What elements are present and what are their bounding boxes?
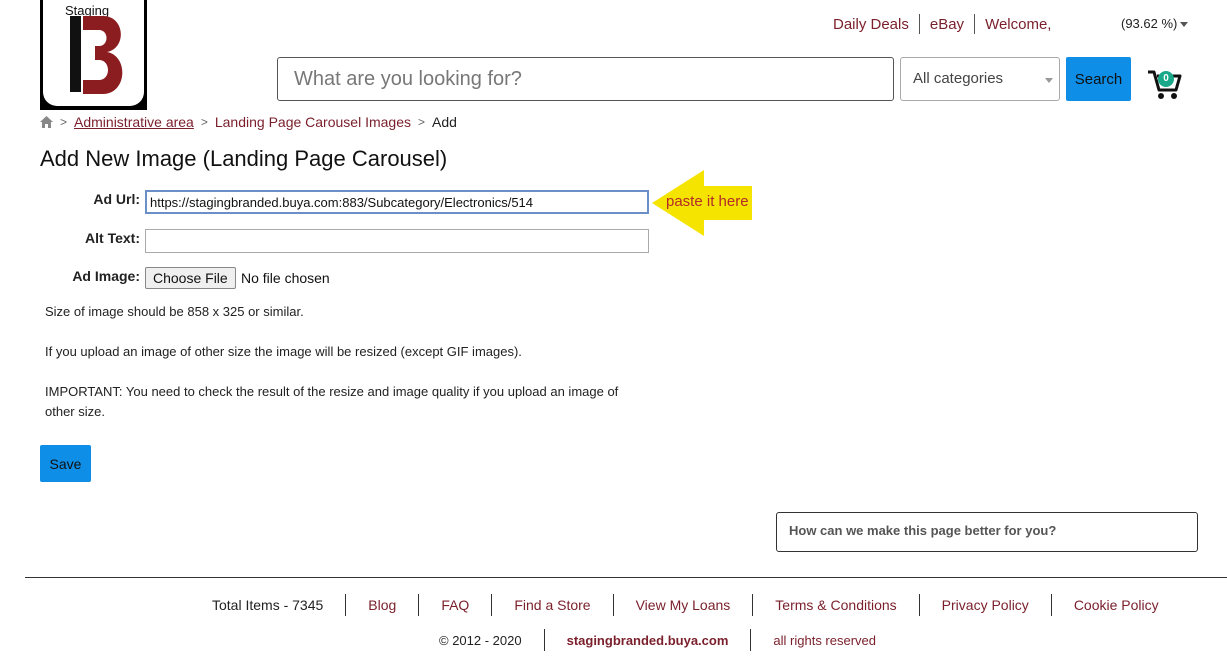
footer-bottom: © 2012 - 2020 stagingbranded.buya.com al…: [439, 629, 876, 651]
divider: [918, 594, 920, 616]
footer-find-store-link[interactable]: Find a Store: [514, 597, 590, 613]
page-title: Add New Image (Landing Page Carousel): [40, 146, 448, 171]
ebay-link[interactable]: eBay: [930, 16, 964, 33]
search-input[interactable]: [277, 57, 894, 101]
chevron-down-icon: [1180, 22, 1189, 28]
footer-loans-link[interactable]: View My Loans: [636, 597, 731, 613]
save-button[interactable]: Save: [40, 445, 91, 482]
footer-privacy-link[interactable]: Privacy Policy: [942, 597, 1029, 613]
divider: [491, 594, 493, 616]
alt-text-label: Alt Text:: [85, 230, 140, 246]
footer-divider: [25, 577, 1227, 578]
footer-cookie-link[interactable]: Cookie Policy: [1074, 597, 1159, 613]
breadcrumb-current: Add: [432, 114, 457, 130]
chevron-down-icon: [1045, 78, 1053, 83]
footer-domain-link[interactable]: stagingbranded.buya.com: [567, 633, 729, 648]
alt-text-input[interactable]: [145, 229, 649, 253]
search-button[interactable]: Search: [1066, 57, 1131, 101]
divider: [345, 594, 347, 616]
category-select[interactable]: All categories: [900, 57, 1060, 101]
breadcrumb-admin-link[interactable]: Administrative area: [74, 114, 194, 130]
divider: [612, 594, 614, 616]
divider: [750, 629, 752, 651]
divider: [418, 594, 420, 616]
footer-faq-link[interactable]: FAQ: [441, 597, 469, 613]
divider: [543, 629, 545, 651]
footer-rights: all rights reserved: [773, 632, 877, 648]
annotation-text: paste it here: [666, 193, 749, 210]
cart-count-badge: 0: [1158, 71, 1174, 87]
welcome-link[interactable]: Welcome,: [985, 16, 1051, 33]
divider: [1050, 594, 1052, 616]
site-logo[interactable]: Staging: [40, 0, 147, 110]
divider: [752, 594, 754, 616]
footer-terms-link[interactable]: Terms & Conditions: [775, 597, 896, 613]
choose-file-button[interactable]: Choose File: [145, 267, 236, 289]
divider: [918, 14, 920, 34]
top-links: Daily Deals eBay Welcome,: [833, 14, 1051, 34]
breadcrumb-separator: >: [60, 115, 68, 129]
category-selected: All categories: [913, 70, 1004, 87]
zoom-dropdown[interactable]: (93.62 %): [1121, 16, 1189, 31]
info-important: IMPORTANT: You need to check the result …: [45, 384, 619, 419]
footer-copyright: © 2012 - 2020: [439, 632, 522, 648]
footer-total-items: Total Items - 7345: [212, 597, 324, 613]
file-status: No file chosen: [241, 270, 330, 286]
info-size: Size of image should be 858 x 325 or sim…: [45, 304, 304, 319]
footer-blog-link[interactable]: Blog: [368, 597, 396, 613]
footer-links: Total Items - 7345 Blog FAQ Find a Store…: [212, 594, 1159, 616]
daily-deals-link[interactable]: Daily Deals: [833, 16, 909, 33]
feedback-input[interactable]: How can we make this page better for you…: [776, 512, 1198, 552]
ad-url-label: Ad Url:: [93, 191, 140, 207]
zoom-value: (93.62 %): [1121, 16, 1178, 31]
divider: [974, 14, 976, 34]
breadcrumb-carousel-link[interactable]: Landing Page Carousel Images: [215, 114, 411, 130]
info-resize: If you upload an image of other size the…: [45, 344, 522, 359]
logo-b-icon: [70, 16, 123, 94]
home-icon[interactable]: [40, 116, 53, 128]
breadcrumb-separator: >: [418, 115, 426, 129]
breadcrumb-separator: >: [200, 115, 208, 129]
ad-url-input[interactable]: [145, 190, 649, 214]
breadcrumb: > Administrative area > Landing Page Car…: [40, 114, 457, 130]
ad-image-label: Ad Image:: [72, 268, 140, 284]
